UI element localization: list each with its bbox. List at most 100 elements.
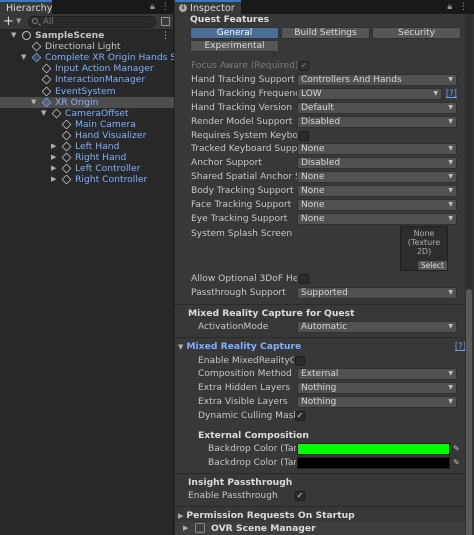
hierarchy-item[interactable]: EventSystem (0, 86, 174, 97)
chevron-down-icon[interactable]: ▼ (16, 17, 21, 25)
cube-icon (41, 74, 52, 85)
hierarchy-item[interactable]: ▶ Right Controller (0, 174, 174, 185)
hierarchy-item[interactable]: ▼ CameraOffset (0, 108, 174, 119)
field-dropdown[interactable]: None (297, 171, 457, 184)
enable-mrc-label: Enable MixedRealityCapture (198, 356, 294, 366)
field-dropdown[interactable]: None (297, 212, 457, 225)
hierarchy-item[interactable]: Main Camera (0, 119, 174, 130)
component-enable-checkbox[interactable] (195, 523, 205, 533)
more-options-icon[interactable]: ⋮ (161, 30, 170, 41)
inspector-panel: i Inspector 🔒︎ ⋮ Quest Features General … (175, 0, 474, 535)
scene-filter-icon[interactable] (161, 17, 170, 26)
hierarchy-item[interactable]: ▶ Right Hand (0, 152, 174, 163)
tab-experimental[interactable]: Experimental (190, 40, 279, 52)
passthrough-support-dropdown[interactable]: Supported (297, 287, 457, 299)
hierarchy-tab-tools: 🔒︎ ⋮ (150, 2, 170, 12)
hierarchy-item-label: Main Camera (75, 118, 136, 130)
hierarchy-tab[interactable]: Hierarchy (0, 0, 52, 14)
chevron-down-icon[interactable]: ▼ (21, 52, 29, 63)
extra-visible-layers-dropdown[interactable]: Nothing (297, 396, 457, 408)
allow-3dof-checkbox[interactable] (299, 274, 309, 284)
inspector-tab[interactable]: i Inspector (175, 0, 241, 14)
composition-method-dropdown[interactable]: External (297, 368, 457, 380)
cube-icon (41, 63, 52, 74)
more-options-icon[interactable]: ⋮ (161, 2, 170, 12)
hierarchy-item[interactable]: InteractionManager (0, 74, 174, 85)
extra-hidden-layers-dropdown[interactable]: Nothing (297, 382, 457, 394)
field-label: Tracked Keyboard Support (191, 144, 297, 155)
hierarchy-item[interactable]: Input Action Manager (0, 63, 174, 74)
divider (175, 304, 465, 305)
dynamic-culling-checkbox[interactable]: ✓ (295, 411, 305, 421)
lock-icon[interactable]: 🔒︎ (447, 2, 452, 12)
passthrough-support-row: Passthrough Support Supported (175, 287, 465, 300)
cube-icon (61, 152, 72, 163)
hierarchy-item-label: Left Hand (75, 141, 120, 152)
field-row: Face Tracking Support None (175, 199, 465, 212)
field-dropdown[interactable]: Controllers And Hands (297, 73, 457, 86)
tab-build-settings[interactable]: Build Settings (281, 27, 370, 39)
hierarchy-item[interactable]: Hand Visualizer (0, 130, 174, 141)
system-splash-texture-field[interactable]: None (Texture 2D) Select (400, 226, 448, 271)
tab-security[interactable]: Security (372, 27, 461, 39)
field-row: Hand Tracking Support Controllers And Han… (175, 73, 465, 87)
activation-mode-label: ActivationMode (198, 322, 269, 332)
hierarchy-search-input[interactable]: All (28, 16, 156, 28)
hierarchy-item-label: Directional Light (45, 41, 121, 53)
permissions-header[interactable]: ▶ Permission Requests On Startup (178, 510, 355, 522)
hierarchy-item[interactable]: ▼ Complete XR Origin Hands Set Up (0, 52, 174, 63)
divider (175, 506, 465, 507)
chevron-down-icon[interactable]: ▼ (41, 108, 49, 119)
hierarchy-item[interactable]: Directional Light (0, 41, 174, 52)
field-dropdown[interactable]: Disabled (297, 115, 457, 128)
field-dropdown[interactable]: LOW (297, 87, 442, 100)
next-component-row[interactable]: ▶ OVR Scene Manager (175, 522, 465, 535)
hierarchy-item-label: Hand Visualizer (75, 129, 147, 141)
cube-icon (61, 174, 72, 185)
scrollbar-thumb[interactable] (466, 289, 472, 535)
field-dropdown[interactable]: None (297, 185, 457, 198)
field-dropdown[interactable]: Disabled (297, 157, 457, 170)
backdrop-rift-color-field[interactable] (297, 443, 450, 455)
cube-icon (61, 141, 72, 152)
chevron-right-icon[interactable]: ▶ (51, 141, 59, 152)
chevron-right-icon[interactable]: ▶ (51, 152, 59, 163)
splash-select-button[interactable]: Select (417, 261, 447, 270)
enable-passthrough-checkbox[interactable]: ✓ (295, 491, 305, 501)
field-checkbox[interactable] (299, 130, 309, 141)
quest-features-header: Quest Features (190, 14, 270, 25)
hierarchy-item[interactable]: ▶ Left Hand (0, 141, 174, 152)
backdrop-quest-color-field[interactable] (297, 457, 450, 469)
chevron-down-icon[interactable]: ▼ (11, 30, 19, 41)
hierarchy-item[interactable]: ▼ XR Origin (0, 96, 174, 108)
eyedropper-icon[interactable]: ✎ (453, 444, 461, 453)
divider (175, 337, 465, 338)
field-dropdown[interactable]: Default (297, 101, 457, 114)
field-label: Requires System Keyboard (191, 130, 297, 141)
chevron-right-icon[interactable]: ▶ (51, 174, 59, 185)
hierarchy-item-label: Input Action Manager (55, 63, 154, 75)
eyedropper-icon[interactable]: ✎ (453, 458, 461, 467)
activation-mode-dropdown[interactable]: Automatic (297, 321, 457, 333)
tab-general[interactable]: General (190, 27, 279, 39)
hierarchy-item[interactable]: ▼ SampleScene ⋮ (0, 30, 174, 41)
backdrop-quest-label: Backdrop Color (Target, Quest) (208, 458, 296, 468)
external-composition-header: External Composition (198, 430, 309, 441)
field-row: Eye Tracking Support None (175, 212, 465, 226)
composition-method-label: Composition Method (198, 369, 292, 379)
chevron-down-icon[interactable]: ▼ (31, 97, 39, 108)
extra-hidden-layers-row: Extra Hidden Layers Nothing (175, 382, 465, 395)
mrc-section-header[interactable]: ▼ Mixed Reality Capture (178, 341, 301, 353)
field-dropdown[interactable]: None (297, 199, 457, 211)
add-object-button[interactable]: + (3, 15, 14, 28)
inspector-scrollbar[interactable] (465, 14, 473, 535)
hierarchy-item[interactable]: ▶ Left Controller (0, 163, 174, 174)
chevron-right-icon[interactable]: ▶ (51, 163, 59, 174)
enable-mrc-checkbox[interactable] (295, 356, 305, 366)
more-options-icon[interactable]: ⋮ (459, 2, 468, 12)
lock-icon[interactable]: 🔒︎ (150, 2, 155, 12)
field-dropdown[interactable]: None (297, 143, 457, 156)
permissions-title: Permission Requests On Startup (186, 510, 355, 521)
help-link[interactable]: [?] (446, 89, 457, 99)
prefab-cube-icon (31, 52, 42, 63)
